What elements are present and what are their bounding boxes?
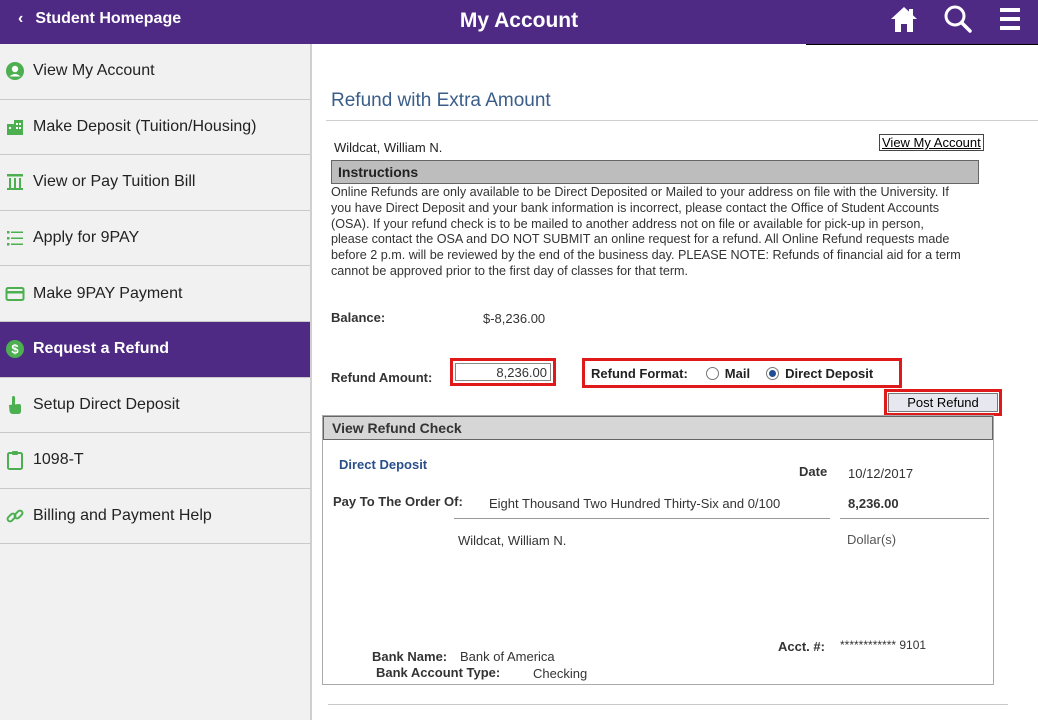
top-bar: ‹ Student Homepage My Account bbox=[0, 0, 1038, 44]
header-icons bbox=[888, 3, 1028, 37]
view-my-account-link[interactable]: View My Account bbox=[879, 134, 984, 151]
instructions-text: Online Refunds are only available to be … bbox=[331, 185, 961, 278]
date-label: Date bbox=[799, 464, 828, 479]
sidebar-item-label: Make 9PAY Payment bbox=[33, 284, 183, 302]
sidebar-item-view-pay-tuition-bill[interactable]: View or Pay Tuition Bill bbox=[0, 155, 310, 211]
instructions-header: Instructions bbox=[331, 160, 979, 184]
sidebar-item-label: View or Pay Tuition Bill bbox=[33, 173, 196, 191]
pay-to-label: Pay To The Order Of: bbox=[333, 494, 463, 509]
amount-in-words: Eight Thousand Two Hundred Thirty-Six an… bbox=[489, 496, 781, 511]
refund-amount-highlight bbox=[450, 358, 556, 386]
post-refund-highlight: Post Refund bbox=[884, 389, 1002, 416]
sidebar-item-label: Request a Refund bbox=[33, 340, 170, 358]
balance-value: $-8,236.00 bbox=[483, 311, 546, 326]
balance-label: Balance: bbox=[331, 310, 386, 325]
account-type-label: Bank Account Type: bbox=[376, 665, 501, 680]
check-panel-header: View Refund Check bbox=[323, 416, 993, 440]
heading-divider bbox=[326, 120, 1038, 121]
direct-deposit-radio[interactable] bbox=[766, 366, 780, 380]
columns-icon bbox=[5, 172, 25, 192]
check-type: Direct Deposit bbox=[339, 457, 428, 472]
sidebar-item-label: Make Deposit (Tuition/Housing) bbox=[33, 117, 257, 135]
refund-amount-label: Refund Amount: bbox=[331, 370, 433, 385]
page-heading: Refund with Extra Amount bbox=[331, 90, 551, 111]
refund-amount-input[interactable] bbox=[455, 363, 551, 381]
direct-deposit-radio-label: Direct Deposit bbox=[785, 365, 874, 381]
main-content: Refund with Extra Amount Wildcat, Willia… bbox=[312, 44, 1038, 720]
refund-format-highlight: Refund Format: Mail Direct Deposit bbox=[582, 358, 902, 388]
menu-icon[interactable] bbox=[996, 3, 1028, 37]
sidebar-item-label: Apply for 9PAY bbox=[33, 229, 140, 247]
refund-format-label: Refund Format: bbox=[591, 365, 688, 381]
hand-pointer-icon bbox=[5, 395, 25, 415]
sidebar-item-setup-direct-deposit[interactable]: Setup Direct Deposit bbox=[0, 378, 310, 434]
pay-line bbox=[454, 518, 830, 519]
link-icon bbox=[5, 506, 25, 526]
credit-card-icon bbox=[5, 284, 25, 304]
sidebar-item-label: Setup Direct Deposit bbox=[33, 395, 180, 413]
acct-label: Acct. #: bbox=[778, 639, 825, 654]
mail-radio-label: Mail bbox=[724, 365, 751, 381]
sidebar-item-label: 1098-T bbox=[33, 451, 84, 469]
post-refund-button[interactable]: Post Refund bbox=[888, 393, 998, 412]
account-type: Checking bbox=[533, 666, 588, 681]
amount-line bbox=[840, 518, 989, 519]
payee-name: Wildcat, William N. bbox=[458, 533, 567, 548]
list-icon bbox=[5, 228, 25, 248]
dollars-label: Dollar(s) bbox=[847, 532, 897, 547]
home-icon[interactable] bbox=[888, 3, 920, 37]
sidebar: View My Account Make Deposit (Tuition/Ho… bbox=[0, 44, 312, 720]
user-circle-icon bbox=[5, 61, 25, 81]
bank-name: Bank of America bbox=[460, 649, 555, 664]
bank-name-label: Bank Name: bbox=[372, 649, 448, 664]
sidebar-item-billing-help[interactable]: Billing and Payment Help bbox=[0, 489, 310, 545]
search-icon[interactable] bbox=[942, 3, 974, 37]
sidebar-item-view-my-account[interactable]: View My Account bbox=[0, 44, 310, 100]
date-value: 10/12/2017 bbox=[848, 466, 914, 481]
check-amount: 8,236.00 bbox=[848, 496, 899, 511]
mail-radio[interactable] bbox=[705, 366, 719, 380]
sidebar-item-label: View My Account bbox=[33, 62, 155, 80]
student-name: Wildcat, William N. bbox=[334, 140, 443, 155]
svg-text:$: $ bbox=[11, 342, 19, 357]
bottom-divider bbox=[328, 704, 1008, 705]
sidebar-item-apply-9pay[interactable]: Apply for 9PAY bbox=[0, 211, 310, 267]
sidebar-item-label: Billing and Payment Help bbox=[33, 507, 212, 525]
sidebar-item-request-refund[interactable]: $ Request a Refund bbox=[0, 321, 310, 378]
page-title: My Account bbox=[459, 9, 579, 32]
building-icon bbox=[5, 117, 25, 137]
dollar-circle-icon: $ bbox=[5, 339, 25, 359]
sidebar-item-make-9pay-payment[interactable]: Make 9PAY Payment bbox=[0, 266, 310, 322]
sidebar-item-make-deposit[interactable]: Make Deposit (Tuition/Housing) bbox=[0, 100, 310, 156]
acct-value: ************ 9101 bbox=[840, 638, 927, 652]
refund-check-panel: View Refund Check Direct Deposit Date 10… bbox=[322, 415, 994, 685]
sidebar-item-1098-t[interactable]: 1098-T bbox=[0, 433, 310, 489]
clipboard-icon bbox=[5, 450, 25, 471]
